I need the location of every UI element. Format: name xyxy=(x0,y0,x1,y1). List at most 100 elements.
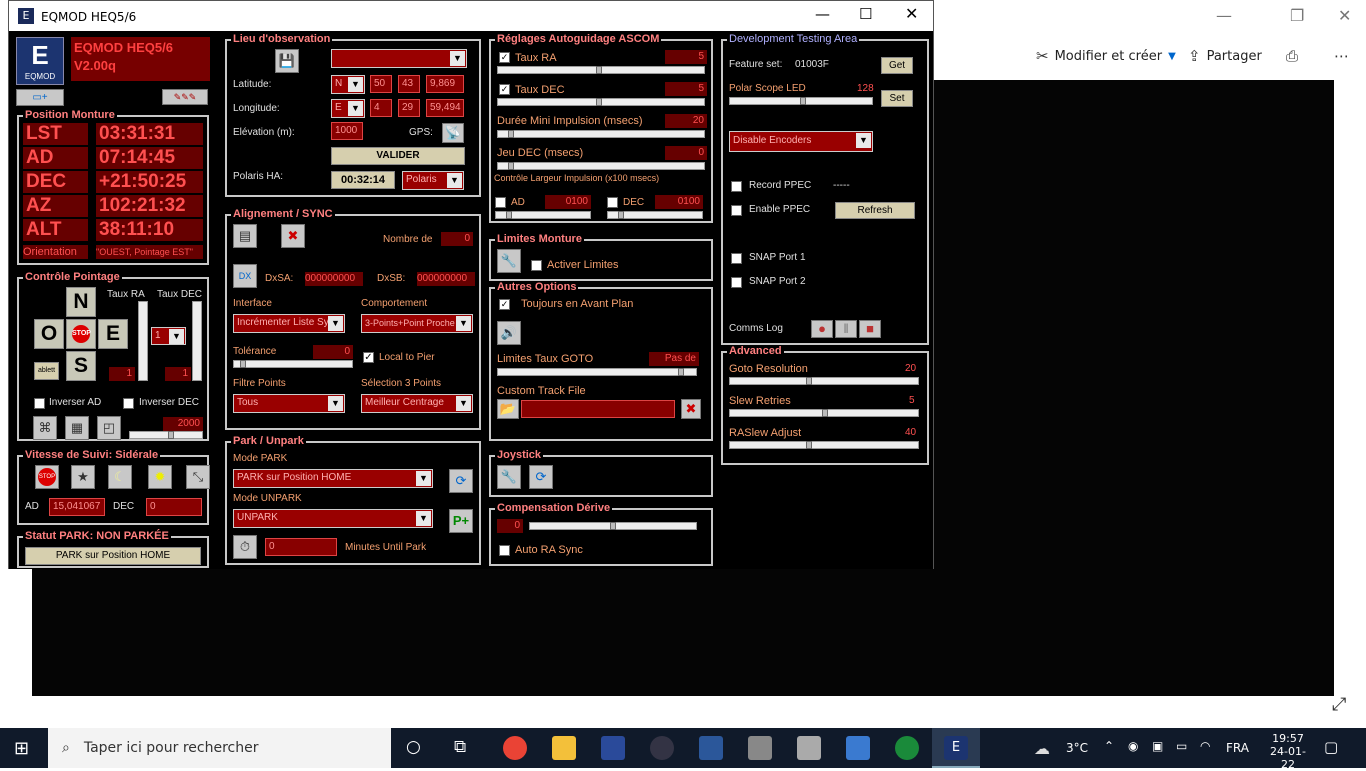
stellarium-icon[interactable] xyxy=(650,736,674,760)
south-button[interactable]: S xyxy=(66,351,96,381)
satellite-icon[interactable]: 📡 xyxy=(442,123,464,143)
minimize-icon[interactable]: — xyxy=(815,5,830,23)
enable-ppec-checkbox[interactable] xyxy=(731,205,742,216)
language-indicator[interactable]: FRA xyxy=(1226,741,1249,755)
invert-ad-checkbox[interactable] xyxy=(34,398,45,409)
rate-select[interactable]: 1 ▼ xyxy=(151,327,186,345)
drift-slider[interactable] xyxy=(529,522,697,530)
tracking-ad-input[interactable]: 15,041067 xyxy=(49,498,105,516)
slew-retries-slider[interactable] xyxy=(729,409,919,417)
goto-limit-slider[interactable] xyxy=(497,368,697,376)
filter-select[interactable]: Tous ▼ xyxy=(233,394,345,413)
maximize-icon[interactable]: ☐ xyxy=(859,5,872,23)
polar-led-slider[interactable] xyxy=(729,97,873,105)
always-on-top-checkbox[interactable]: ✓ xyxy=(499,299,510,310)
lat-hemisphere-select[interactable]: N ▼ xyxy=(331,75,365,94)
lat-deg-input[interactable]: 50 xyxy=(370,75,392,93)
share-button[interactable]: ⇪ Partager xyxy=(1188,47,1262,65)
add-screen-icon[interactable]: ▭+ xyxy=(16,89,64,106)
ablett-button[interactable]: ablett xyxy=(34,362,59,380)
lon-min-input[interactable]: 29 xyxy=(398,99,420,117)
photoshop-icon[interactable] xyxy=(601,736,625,760)
remote-app-icon[interactable] xyxy=(797,736,821,760)
stop-button[interactable]: STOP xyxy=(66,319,96,349)
tray-chevron-icon[interactable]: ⌃ xyxy=(1104,739,1114,753)
select3-select[interactable]: Meilleur Centrage ▼ xyxy=(361,394,473,413)
north-button[interactable]: N xyxy=(66,287,96,317)
get-button[interactable]: Get xyxy=(881,57,913,74)
min-pulse-slider[interactable] xyxy=(497,130,705,138)
wrench-icon[interactable]: 🔧 xyxy=(497,465,521,489)
close-icon[interactable]: ✕ xyxy=(1338,6,1351,25)
phd-icon[interactable] xyxy=(895,736,919,760)
tolerance-slider[interactable] xyxy=(233,360,353,368)
file-explorer-icon[interactable] xyxy=(552,736,576,760)
record-ppec-checkbox[interactable] xyxy=(731,181,742,192)
mode-unpark-select[interactable]: UNPARK ▼ xyxy=(233,509,433,528)
east-button[interactable]: E xyxy=(98,319,128,349)
stop-track-button[interactable]: STOP xyxy=(35,465,59,489)
pulse-ad-checkbox[interactable] xyxy=(495,197,506,208)
elevation-input[interactable]: 1000 xyxy=(331,122,363,140)
stop-log-icon[interactable]: ■ xyxy=(859,320,881,338)
edit-create-button[interactable]: ✂ Modifier et créer ▼ xyxy=(1036,47,1176,65)
pen-app-icon[interactable] xyxy=(748,736,772,760)
list-icon[interactable]: ▤ xyxy=(233,224,257,248)
activate-limits-checkbox[interactable] xyxy=(531,260,542,271)
weather-temp[interactable]: 3°C xyxy=(1066,741,1088,755)
pen-icon[interactable]: ✎✎✎ xyxy=(162,89,208,105)
snap2-checkbox[interactable] xyxy=(731,277,742,288)
local-pier-checkbox[interactable]: ✓ xyxy=(363,352,374,363)
photos-icon[interactable] xyxy=(846,736,870,760)
chrome-icon[interactable] xyxy=(503,736,527,760)
snap1-checkbox[interactable] xyxy=(731,253,742,264)
rate-ra-slider[interactable] xyxy=(138,301,148,381)
custom-track-input[interactable] xyxy=(521,400,675,418)
binoculars-icon[interactable]: ⌘ xyxy=(33,416,57,440)
refresh-icon[interactable]: ⟳ xyxy=(529,465,553,489)
lat-sec-input[interactable]: 9,869 xyxy=(426,75,464,93)
record-icon[interactable]: ● xyxy=(811,320,833,338)
word-icon[interactable] xyxy=(699,736,723,760)
close-icon[interactable]: ✕ xyxy=(905,4,918,23)
moon-icon[interactable]: ☾ xyxy=(108,465,132,489)
site-select[interactable]: ▼ xyxy=(331,49,467,68)
refresh-button[interactable]: Refresh xyxy=(835,202,915,219)
clear-icon[interactable]: ✖ xyxy=(281,224,305,248)
more-button[interactable]: ⋯ xyxy=(1334,47,1349,65)
windows-start-icon[interactable]: ⊞ xyxy=(14,738,29,759)
minimize-icon[interactable]: — xyxy=(1216,6,1232,25)
dx-icon[interactable]: DX xyxy=(233,264,257,288)
invert-dec-checkbox[interactable] xyxy=(123,398,134,409)
refresh-icon[interactable]: ⟳ xyxy=(449,469,473,493)
restore-icon[interactable]: ❐ xyxy=(1290,6,1304,25)
validate-button[interactable]: VALIDER xyxy=(331,147,465,165)
slew-speed-slider[interactable] xyxy=(129,431,203,439)
west-button[interactable]: O xyxy=(34,319,64,349)
task-view-icon[interactable]: ⧉ xyxy=(454,737,466,757)
tracking-dec-input[interactable]: 0 xyxy=(146,498,202,516)
spiral-icon[interactable]: ◰ xyxy=(97,416,121,440)
timer-icon[interactable]: ⏱ xyxy=(233,535,257,559)
set-button[interactable]: Set xyxy=(881,90,913,107)
notification-icon[interactable]: ▢ xyxy=(1324,738,1338,756)
pulse-ad-slider[interactable] xyxy=(495,211,591,219)
goto-res-slider[interactable] xyxy=(729,377,919,385)
rate-ra-checkbox[interactable]: ✓ xyxy=(499,52,510,63)
interface-select[interactable]: Incrémenter Liste Syn ▼ xyxy=(233,314,345,333)
sound-icon[interactable]: 🔊 xyxy=(497,321,521,345)
rate-dec-slider[interactable] xyxy=(192,301,202,381)
custom-rate-icon[interactable]: ⤡ xyxy=(186,465,210,489)
wrench-icon[interactable]: 🔧 xyxy=(497,249,521,273)
save-icon[interactable]: 💾 xyxy=(275,49,299,73)
tray-network-app-icon[interactable]: ▣ xyxy=(1152,739,1163,753)
grid-icon[interactable]: ▦ xyxy=(65,416,89,440)
lon-deg-input[interactable]: 4 xyxy=(370,99,392,117)
battery-icon[interactable]: ▭ xyxy=(1176,739,1187,753)
cortana-icon[interactable]: ○ xyxy=(406,737,421,757)
encoders-select[interactable]: Disable Encoders ▼ xyxy=(729,131,873,152)
add-park-icon[interactable]: P+ xyxy=(449,509,473,533)
pause-icon[interactable]: ‖ xyxy=(835,320,857,338)
taskbar-search[interactable]: ⌕ Taper ici pour rechercher xyxy=(48,728,391,768)
wifi-icon[interactable]: ◠ xyxy=(1200,739,1210,753)
